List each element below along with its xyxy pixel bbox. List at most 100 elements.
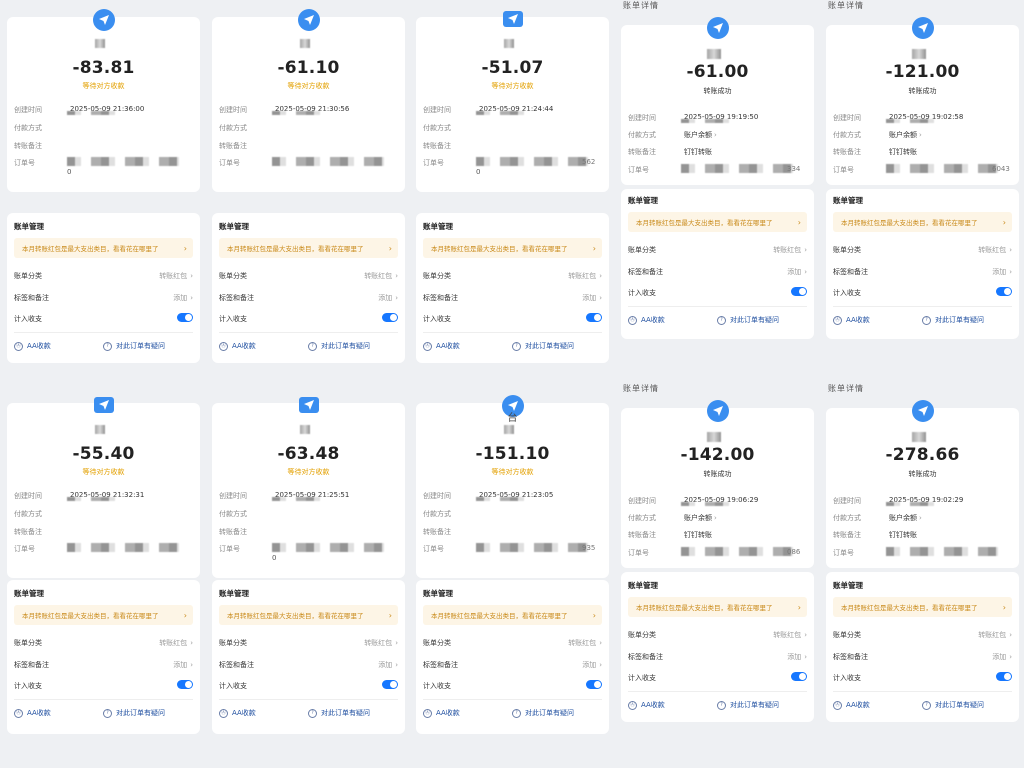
bill-category-value[interactable]: 转账红包 › — [773, 630, 807, 640]
tags-add-link[interactable]: 添加 › — [787, 652, 807, 662]
bill-category-value[interactable]: 转账红包 › — [978, 630, 1012, 640]
bill-management-title: 账单管理 — [14, 589, 44, 598]
bill-category-label: 账单分类 — [833, 246, 861, 254]
include-in-budget-toggle[interactable] — [586, 680, 602, 689]
aa-collect-button[interactable]: Ⓐ AA收款 — [833, 315, 870, 325]
aa-collect-button[interactable]: Ⓐ AA收款 — [14, 341, 51, 351]
order-question-button[interactable]: ? 对此订单有疑问 — [922, 700, 984, 710]
chevron-right-icon: › — [395, 661, 398, 669]
order-question-button[interactable]: ? 对此订单有疑问 — [717, 315, 779, 325]
payment-method-value[interactable]: 账户余额 › — [889, 513, 922, 523]
spending-insight-banner[interactable]: 本月转账红包是最大支出类目，看看花在哪里了 › — [219, 605, 398, 625]
tags-add-link[interactable]: 添加 › — [173, 293, 193, 303]
sender-name: 台 — [507, 413, 518, 424]
tags-add-link[interactable]: 添加 › — [787, 267, 807, 277]
order-question-button[interactable]: ? 对此订单有疑问 — [103, 341, 165, 351]
tags-add-link[interactable]: 添加 › — [378, 660, 398, 670]
spending-insight-banner[interactable]: 本月转账红包是最大支出类目，看看花在哪里了 › — [628, 212, 807, 232]
include-in-budget-toggle[interactable] — [996, 287, 1012, 296]
bill-category-value[interactable]: 转账红包 › — [978, 245, 1012, 255]
order-question-button[interactable]: ? 对此订单有疑问 — [717, 700, 779, 710]
tags-add-link[interactable]: 添加 › — [992, 652, 1012, 662]
redacted-sender-name — [707, 432, 721, 442]
transfer-remark-value: 钉钉转账 — [684, 148, 712, 156]
spending-insight-banner[interactable]: 本月转账红包是最大支出类目，看看花在哪里了 › — [423, 605, 602, 625]
payment-method-value[interactable]: 账户余额 › — [684, 513, 717, 523]
tags-add-link[interactable]: 添加 › — [582, 660, 602, 670]
bill-category-value[interactable]: 转账红包 › — [773, 245, 807, 255]
spending-insight-banner[interactable]: 本月转账红包是最大支出类目，看看花在哪里了 › — [833, 597, 1012, 617]
divider — [423, 699, 602, 700]
include-in-budget-toggle[interactable] — [177, 313, 193, 322]
include-in-budget-toggle[interactable] — [382, 680, 398, 689]
spending-insight-banner[interactable]: 本月转账红包是最大支出类目，看看花在哪里了 › — [14, 605, 193, 625]
spending-insight-banner[interactable]: 本月转账红包是最大支出类目，看看花在哪里了 › — [423, 238, 602, 258]
chevron-right-icon: › — [1009, 246, 1012, 254]
bill-category-value[interactable]: 转账红包 › — [159, 271, 193, 281]
transfer-status: 等待对方收款 — [491, 82, 534, 90]
bill-management-card: 账单管理 本月转账红包是最大支出类目，看看花在哪里了 › 账单分类 转账红包 › 标签和备注… — [416, 213, 609, 363]
include-in-budget-toggle[interactable] — [791, 287, 807, 296]
bill-category-text: 转账红包 — [773, 631, 802, 639]
order-question-button[interactable]: ? 对此订单有疑问 — [103, 708, 165, 718]
detail-label-created: 创建时间 — [833, 114, 861, 122]
order-number-tail: 562 — [582, 158, 596, 166]
redacted-created-overlay — [476, 111, 531, 115]
spending-insight-banner[interactable]: 本月转账红包是最大支出类目，看看花在哪里了 › — [14, 238, 193, 258]
include-in-budget-toggle[interactable] — [382, 313, 398, 322]
aa-collect-label: AA收款 — [846, 701, 870, 709]
include-in-budget-label: 计入收支 — [14, 315, 42, 323]
redacted-order-number — [272, 543, 384, 552]
page-header: 账单详情 — [828, 1, 864, 10]
tags-add-link[interactable]: 添加 › — [992, 267, 1012, 277]
bill-category-value[interactable]: 转账红包 › — [364, 271, 398, 281]
order-question-button[interactable]: ? 对此订单有疑问 — [308, 708, 370, 718]
include-in-budget-toggle[interactable] — [996, 672, 1012, 681]
bill-category-value[interactable]: 转账红包 › — [159, 638, 193, 648]
payment-method-value[interactable]: 账户余额 › — [684, 130, 717, 140]
bill-category-value[interactable]: 转账红包 › — [568, 638, 602, 648]
aa-collect-button[interactable]: Ⓐ AA收款 — [219, 708, 256, 718]
aa-collect-button[interactable]: Ⓐ AA收款 — [628, 315, 665, 325]
aa-collect-button[interactable]: Ⓐ AA收款 — [14, 708, 51, 718]
spending-insight-banner[interactable]: 本月转账红包是最大支出类目，看看花在哪里了 › — [833, 212, 1012, 232]
redacted-sender-name — [95, 425, 105, 434]
include-in-budget-toggle[interactable] — [586, 313, 602, 322]
detail-label-order: 订单号 — [833, 549, 854, 557]
order-question-button[interactable]: ? 对此订单有疑问 — [512, 341, 574, 351]
detail-label-payment: 付款方式 — [219, 510, 247, 518]
order-question-button[interactable]: ? 对此订单有疑问 — [512, 708, 574, 718]
payment-method-value[interactable]: 账户余额 › — [889, 130, 922, 140]
order-question-label: 对此订单有疑问 — [116, 342, 165, 350]
divider — [219, 332, 398, 333]
spending-insight-banner[interactable]: 本月转账红包是最大支出类目，看看花在哪里了 › — [628, 597, 807, 617]
aa-collect-button[interactable]: Ⓐ AA收款 — [833, 700, 870, 710]
order-question-button[interactable]: ? 对此订单有疑问 — [922, 315, 984, 325]
divider — [833, 306, 1012, 307]
tags-add-link[interactable]: 添加 › — [582, 293, 602, 303]
include-in-budget-toggle[interactable] — [177, 680, 193, 689]
spending-insight-banner[interactable]: 本月转账红包是最大支出类目，看看花在哪里了 › — [219, 238, 398, 258]
order-question-label: 对此订单有疑问 — [321, 709, 370, 717]
detail-label-created: 创建时间 — [423, 106, 451, 114]
order-question-button[interactable]: ? 对此订单有疑问 — [308, 341, 370, 351]
aa-collect-label: AA收款 — [436, 709, 460, 717]
bill-category-value[interactable]: 转账红包 › — [364, 638, 398, 648]
aa-collect-button[interactable]: Ⓐ AA收款 — [423, 708, 460, 718]
bill-category-value[interactable]: 转账红包 › — [568, 271, 602, 281]
detail-label-remark: 转账备注 — [14, 142, 42, 150]
aa-collect-button[interactable]: Ⓐ AA收款 — [628, 700, 665, 710]
aa-collect-button[interactable]: Ⓐ AA收款 — [219, 341, 256, 351]
detail-label-created: 创建时间 — [628, 114, 656, 122]
aa-icon: Ⓐ — [14, 708, 23, 718]
chevron-right-icon: › — [1009, 268, 1012, 276]
bill-management-card: 账单管理 本月转账红包是最大支出类目，看看花在哪里了 › 账单分类 转账红包 › 标签和备注… — [212, 213, 405, 363]
tags-add-link[interactable]: 添加 › — [173, 660, 193, 670]
tags-add-link[interactable]: 添加 › — [378, 293, 398, 303]
chevron-right-icon: › — [388, 610, 392, 620]
transfer-summary-card: -278.66 转账成功 创建时间 付款方式 转账备注 订单号 2025-05-09 19:… — [826, 400, 1019, 568]
chevron-right-icon: › — [395, 639, 398, 647]
chevron-right-icon: › — [395, 272, 398, 280]
include-in-budget-toggle[interactable] — [791, 672, 807, 681]
aa-collect-button[interactable]: Ⓐ AA收款 — [423, 341, 460, 351]
